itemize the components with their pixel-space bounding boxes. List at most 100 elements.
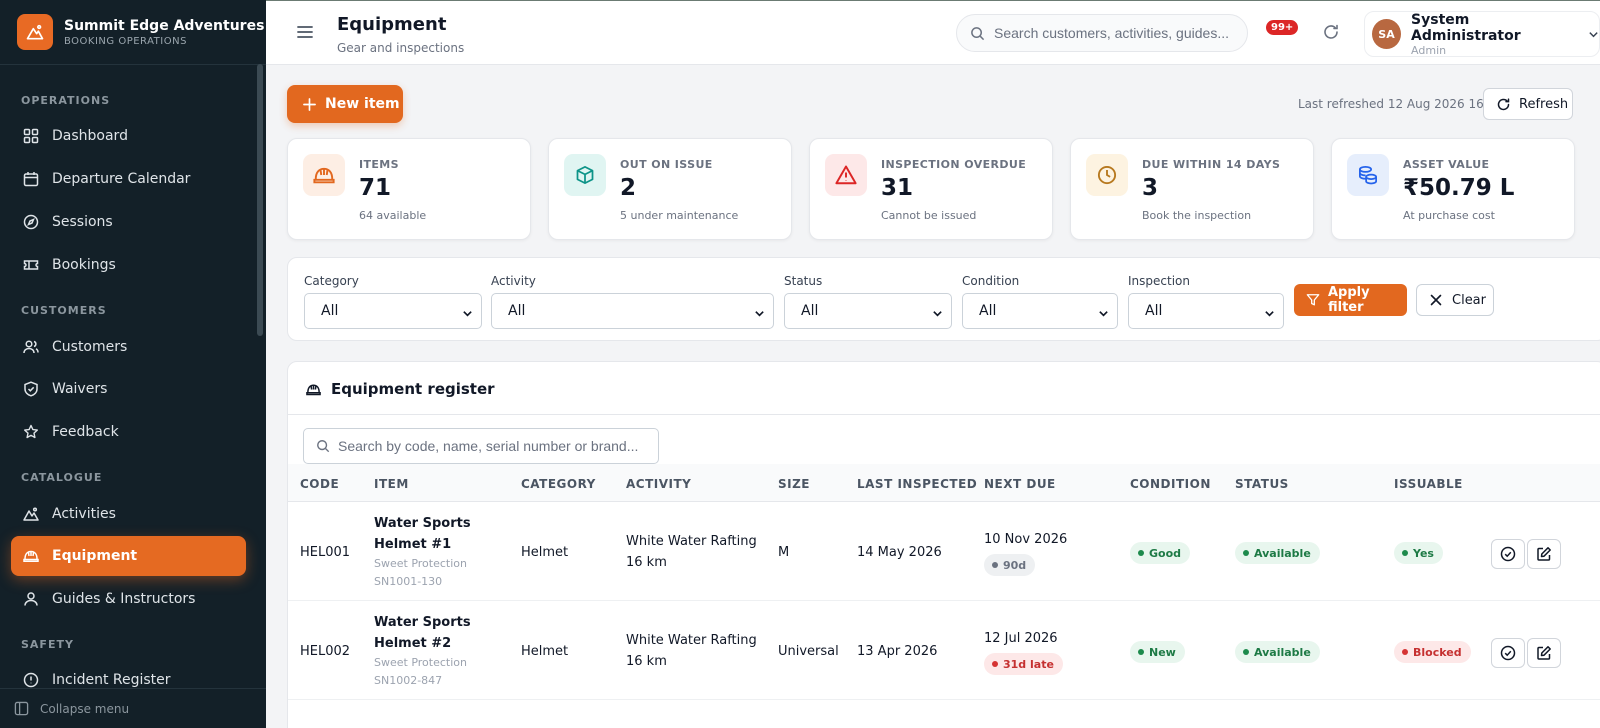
inspect-button[interactable]	[1491, 638, 1525, 668]
sidebar-item-activities[interactable]: Activities	[11, 494, 246, 534]
stat-label: ITEMS	[359, 158, 399, 171]
sidebar-item-sessions[interactable]: Sessions	[11, 202, 246, 242]
sidebar-item-feedback[interactable]: Feedback	[11, 412, 246, 452]
hamburger-menu-icon[interactable]	[296, 24, 314, 40]
sidebar-item-dashboard[interactable]: Dashboard	[11, 116, 246, 156]
warning-icon	[825, 154, 867, 196]
column-header[interactable]: NEXT DUE	[984, 477, 1056, 491]
sidebar-item-guides-instructors[interactable]: Guides & Instructors	[11, 579, 246, 619]
plus-icon	[303, 97, 316, 111]
stat-value: 2	[620, 175, 637, 201]
sidebar-item-bookings[interactable]: Bookings	[11, 245, 246, 285]
edit-button[interactable]	[1527, 539, 1561, 569]
column-header[interactable]: STATUS	[1235, 477, 1289, 491]
issuable-badge: Blocked	[1394, 641, 1471, 663]
cell-item-brand: Sweet Protection	[374, 656, 467, 669]
users-icon	[23, 339, 39, 355]
inspection-select[interactable]: All	[1128, 293, 1284, 329]
register-search-input[interactable]	[338, 438, 658, 454]
sidebar-item-equipment[interactable]: Equipment	[11, 536, 246, 576]
sidebar-panel-icon	[14, 701, 29, 716]
register-title: Equipment register	[331, 380, 495, 398]
new-item-button[interactable]: New item	[287, 85, 403, 123]
inspect-button[interactable]	[1491, 539, 1525, 569]
sidebar-scrollbar[interactable]	[257, 64, 263, 336]
cell-item-brand: Sweet Protection	[374, 557, 467, 570]
notifications-button[interactable]: 99+	[1266, 20, 1299, 40]
column-header[interactable]: ACTIVITY	[626, 477, 691, 491]
cell-item-name-line2: Helmet #2	[374, 636, 452, 651]
global-search[interactable]	[956, 14, 1248, 52]
stat-value: 31	[881, 175, 914, 201]
sidebar-item-label: Customers	[52, 339, 128, 355]
ticket-icon	[23, 257, 39, 273]
user-icon	[23, 591, 39, 607]
table-header: CODE ITEM CATEGORY ACTIVITY SIZE LAST IN…	[288, 464, 1600, 502]
collapse-menu-button[interactable]: Collapse menu	[0, 688, 266, 728]
stat-note: 5 under maintenance	[620, 209, 739, 222]
reload-icon[interactable]	[1322, 23, 1342, 43]
user-role: Admin	[1411, 43, 1447, 57]
brand-name: Summit Edge Adventures	[64, 17, 265, 34]
check-circle-icon	[1500, 546, 1516, 562]
column-header[interactable]: ISSUABLE	[1394, 477, 1463, 491]
cell-item-name-line1: Water Sports	[374, 615, 471, 630]
main-content: New item Last refreshed 12 Aug 2026 16:4…	[266, 65, 1600, 728]
edit-icon	[1536, 546, 1552, 562]
cell-activity-line2: 16 km	[626, 654, 667, 669]
stat-label: OUT ON ISSUE	[620, 158, 713, 171]
column-header[interactable]: ITEM	[374, 477, 409, 491]
column-header[interactable]: SIZE	[778, 477, 810, 491]
status-badge: Available	[1235, 641, 1320, 663]
topbar: Equipment Gear and inspections 99+ SA Sy…	[266, 0, 1600, 65]
column-header[interactable]: CATEGORY	[521, 477, 596, 491]
table-row[interactable]: HEL002 Water Sports Helmet #2 Sweet Prot…	[288, 602, 1600, 700]
user-menu[interactable]: SA System Administrator Admin	[1364, 11, 1600, 57]
apply-filter-button[interactable]: Apply filter	[1294, 284, 1407, 316]
mountain-icon	[23, 506, 39, 522]
edit-button[interactable]	[1527, 638, 1561, 668]
status-select[interactable]: All	[784, 293, 952, 329]
inspection-select-value: All	[1145, 303, 1163, 319]
cell-activity-line1: White Water Rafting	[626, 633, 757, 648]
avatar: SA	[1372, 19, 1402, 49]
search-icon	[316, 439, 330, 453]
column-header[interactable]: CONDITION	[1130, 477, 1211, 491]
condition-select-value: All	[979, 303, 997, 319]
column-header[interactable]: CODE	[300, 477, 339, 491]
sidebar-item-label: Incident Register	[52, 672, 171, 688]
category-select[interactable]: All	[304, 293, 482, 329]
sidebar-item-departure-calendar[interactable]: Departure Calendar	[11, 159, 246, 199]
filter-label-activity: Activity	[491, 274, 536, 288]
shield-check-icon	[23, 381, 39, 397]
register-search[interactable]	[303, 428, 659, 464]
condition-select[interactable]: All	[962, 293, 1118, 329]
brand-subtitle: BOOKING OPERATIONS	[64, 35, 187, 47]
clear-filter-button[interactable]: Clear	[1416, 284, 1494, 316]
stat-value: ₹50.79 L	[1403, 175, 1515, 201]
table-row[interactable]: HEL001 Water Sports Helmet #1 Sweet Prot…	[288, 503, 1600, 601]
stat-label: INSPECTION OVERDUE	[881, 158, 1027, 171]
sidebar-item-label: Guides & Instructors	[52, 591, 196, 607]
sidebar-item-label: Dashboard	[52, 128, 128, 144]
category-select-value: All	[321, 303, 339, 319]
column-header[interactable]: LAST INSPECTED	[857, 477, 977, 491]
nav-section-operations: OPERATIONS	[21, 94, 111, 107]
refresh-button[interactable]: Refresh	[1483, 88, 1573, 120]
chevron-down-icon	[754, 307, 765, 323]
brand[interactable]: Summit Edge Adventures BOOKING OPERATION…	[0, 0, 266, 65]
sidebar-item-customers[interactable]: Customers	[11, 327, 246, 367]
stat-note: At purchase cost	[1403, 209, 1495, 222]
sidebar-item-waivers[interactable]: Waivers	[11, 369, 246, 409]
filter-label-category: Category	[304, 274, 359, 288]
refresh-label: Refresh	[1519, 96, 1569, 112]
global-search-input[interactable]	[994, 25, 1234, 41]
due-badge: 90d	[984, 554, 1036, 576]
stat-note: Cannot be issued	[881, 209, 977, 222]
notification-count-badge: 99+	[1266, 20, 1299, 35]
activity-select[interactable]: All	[491, 293, 774, 329]
cell-size: Universal	[778, 644, 839, 659]
status-select-value: All	[801, 303, 819, 319]
user-name: System Administrator	[1411, 11, 1521, 44]
cell-next-due: 12 Jul 2026	[984, 631, 1058, 646]
